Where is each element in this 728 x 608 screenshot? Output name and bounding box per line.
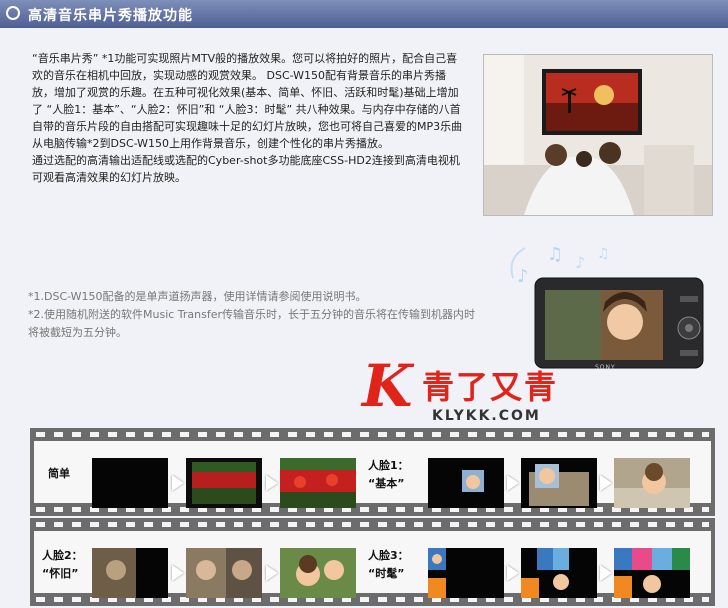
intro-paragraph-1: “音乐串片秀” *1功能可实现照片MTV般的播放效果。您可以将拍好的照片，配合自… — [32, 52, 463, 150]
arrow-icon — [507, 565, 519, 581]
footnotes: *1.DSC-W150配备的是单声道扬声器，使用详情请参阅使用说明书。 *2.使… — [28, 288, 478, 342]
circle-icon — [6, 6, 20, 20]
effect-label-face3: 人脸3： — [368, 549, 409, 562]
frame-face1-2 — [521, 458, 597, 508]
section-title: 高清音乐串片秀播放功能 — [28, 8, 193, 24]
effect-label-face1: 人脸1： — [368, 459, 409, 472]
intro-paragraph-2: 通过选配的高清输出适配线或选配的Cyber-shot多功能底座CSS-HD2连接… — [32, 154, 460, 184]
arrow-icon — [507, 475, 519, 491]
frame-face2-2 — [186, 548, 262, 598]
watermark-chinese: 青了又青 — [422, 368, 559, 406]
frame-face2-1 — [92, 548, 168, 598]
effect-label-face2: 人脸2： — [42, 549, 83, 562]
frame-face1-1 — [428, 458, 504, 508]
family-tv-photo — [483, 54, 713, 216]
footnote-1: *1.DSC-W150配备的是单声道扬声器，使用详情请参阅使用说明书。 — [28, 290, 367, 303]
footnote-2: *2.使用随机附送的软件Music Transfer传输音乐时，长于五分钟的音乐… — [28, 308, 476, 339]
frame-simple-2 — [186, 458, 262, 508]
svg-text:♪: ♪ — [575, 253, 585, 272]
arrow-icon — [600, 565, 612, 581]
effect-label-face3-sub: “时髦” — [368, 567, 405, 580]
frame-face3-1 — [428, 548, 504, 598]
effect-label-face2-sub: “怀旧” — [42, 567, 79, 580]
film-strip-2: 人脸2： “怀旧” 人脸3： “时髦” — [30, 518, 715, 606]
frame-face3-3 — [614, 548, 690, 598]
arrow-icon — [266, 565, 278, 581]
film-strip-1: 简单 人脸1： “基本” — [30, 428, 715, 516]
arrow-icon — [172, 475, 184, 491]
effect-label-simple: 简单 — [48, 467, 70, 480]
watermark-url: KLYKK.COM — [432, 408, 541, 424]
svg-text:♫: ♫ — [597, 246, 610, 262]
arrow-icon — [266, 475, 278, 491]
frame-simple-3 — [280, 458, 356, 508]
watermark-k: K — [362, 352, 413, 420]
frame-face3-2 — [521, 548, 597, 598]
effect-label-face1-sub: “基本” — [368, 477, 405, 490]
arrow-icon — [600, 475, 612, 491]
camera-brand: SONY — [595, 364, 616, 371]
frame-simple-1 — [92, 458, 168, 508]
svg-text:♪: ♪ — [517, 266, 529, 287]
section-header: 高清音乐串片秀播放功能 — [0, 0, 728, 28]
svg-text:♫: ♫ — [547, 244, 563, 265]
frame-face1-3 — [614, 458, 690, 508]
arrow-icon — [172, 565, 184, 581]
intro-text: “音乐串片秀” *1功能可实现照片MTV般的播放效果。您可以将拍好的照片，配合自… — [32, 50, 466, 186]
frame-face2-3 — [280, 548, 356, 598]
content-area: “音乐串片秀” *1功能可实现照片MTV般的播放效果。您可以将拍好的照片，配合自… — [0, 28, 728, 608]
watermark-logo: K 青了又青 KLYKK.COM — [362, 352, 572, 428]
camera-photo: ♪ ♫ ♪ ♫ SONY — [505, 238, 715, 378]
